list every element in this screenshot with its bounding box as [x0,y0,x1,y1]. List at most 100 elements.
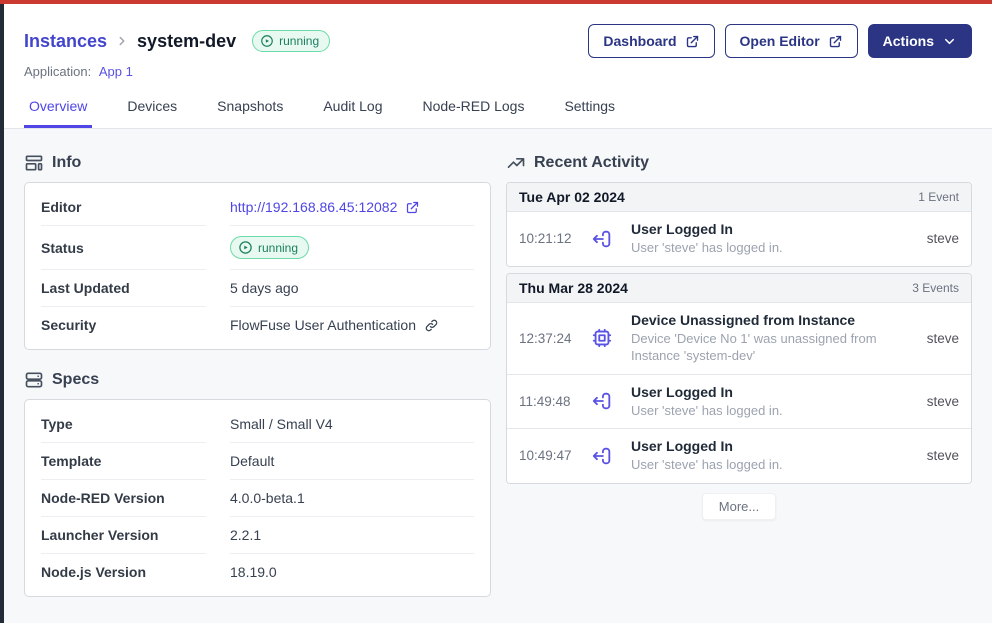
login-icon [591,445,621,467]
chevron-right-icon [115,34,129,48]
activity-group: Tue Apr 02 2024 1 Event 10:21:12 User Lo… [506,182,972,267]
event-title: User Logged In [631,221,909,237]
specs-row-template: Template Default [41,443,474,480]
activity-group-count: 3 Events [912,281,959,295]
specs-row-nodejs-version: Node.js Version 18.19.0 [41,554,474,590]
activity-event-row: 10:21:12 User Logged In User 'steve' has… [507,212,971,266]
event-time: 10:21:12 [519,231,581,246]
activity-section-title: Recent Activity [534,154,649,172]
activity-group-header: Tue Apr 02 2024 1 Event [507,183,971,212]
specs-label: Node.js Version [41,554,206,590]
info-card: Editor http://192.168.86.45:12082 Status… [24,182,491,350]
activity-event-row: 10:49:47 User Logged In User 'steve' has… [507,428,971,483]
status-badge-label: running [279,34,319,48]
activity-section-heading: Recent Activity [506,153,972,173]
chip-icon [591,327,621,349]
page-title: system-dev [137,31,236,52]
event-title: User Logged In [631,438,909,454]
last-updated-value: 5 days ago [230,280,299,296]
tab-node-red-logs[interactable]: Node-RED Logs [418,92,530,128]
more-button[interactable]: More... [702,493,776,520]
info-row-last-updated: Last Updated 5 days ago [41,270,474,307]
info-section-heading: Info [24,153,491,173]
info-label: Editor [41,189,206,226]
node-red-version-value: 4.0.0-beta.1 [230,490,305,506]
dashboard-button-label: Dashboard [603,33,676,49]
application-link[interactable]: App 1 [99,64,133,79]
editor-url-link[interactable]: http://192.168.86.45:12082 [230,199,397,215]
tab-snapshots[interactable]: Snapshots [212,92,288,128]
open-editor-button-label: Open Editor [740,33,820,49]
status-badge-label: running [258,241,298,255]
event-user: steve [919,448,959,463]
template-icon [24,153,44,173]
nodejs-version-value: 18.19.0 [230,564,277,580]
type-value: Small / Small V4 [230,416,333,432]
page-header: Instances system-dev running Dashboard [4,4,992,129]
specs-label: Node-RED Version [41,480,206,517]
template-value: Default [230,453,274,469]
launcher-version-value: 2.2.1 [230,527,261,543]
event-title: Device Unassigned from Instance [631,312,909,328]
activity-event-row: 12:37:24 Device Unassigned from Instance… [507,303,971,374]
info-row-security: Security FlowFuse User Authentication [41,307,474,343]
event-user: steve [919,331,959,346]
info-section-title: Info [52,154,81,172]
trending-up-icon [506,153,526,173]
info-row-editor: Editor http://192.168.86.45:12082 [41,189,474,226]
info-label: Status [41,226,206,270]
external-link-icon [685,34,700,49]
server-icon [24,370,44,390]
open-editor-button[interactable]: Open Editor [725,24,858,58]
application-label: Application: [24,64,91,79]
link-icon [424,318,439,333]
event-user: steve [919,231,959,246]
event-user: steve [919,394,959,409]
event-description: Device 'Device No 1' was unassigned from… [631,330,909,365]
external-link-icon [405,200,420,215]
play-circle-icon [238,240,253,255]
breadcrumb-instances-link[interactable]: Instances [24,31,107,52]
specs-row-type: Type Small / Small V4 [41,406,474,443]
specs-card: Type Small / Small V4 Template Default N… [24,399,491,597]
specs-label: Launcher Version [41,517,206,554]
status-badge: running [252,30,330,52]
event-description: User 'steve' has logged in. [631,456,909,474]
specs-section-title: Specs [52,371,99,389]
application-line: Application: App 1 [24,64,972,79]
specs-row-launcher-version: Launcher Version 2.2.1 [41,517,474,554]
tab-devices[interactable]: Devices [122,92,182,128]
event-title: User Logged In [631,384,909,400]
external-link-icon [828,34,843,49]
specs-label: Type [41,406,206,443]
dashboard-button[interactable]: Dashboard [588,24,714,58]
activity-group-count: 1 Event [918,190,959,204]
chevron-down-icon [942,34,957,49]
info-row-status: Status running [41,226,474,270]
tab-settings[interactable]: Settings [559,92,620,128]
play-circle-icon [260,34,274,48]
activity-event-row: 11:49:48 User Logged In User 'steve' has… [507,374,971,429]
login-icon [591,228,621,250]
specs-label: Template [41,443,206,480]
specs-row-node-red-version: Node-RED Version 4.0.0-beta.1 [41,480,474,517]
login-icon [591,390,621,412]
event-description: User 'steve' has logged in. [631,239,909,257]
event-time: 12:37:24 [519,331,581,346]
event-time: 10:49:47 [519,448,581,463]
security-value: FlowFuse User Authentication [230,317,416,333]
specs-section-heading: Specs [24,370,491,390]
event-time: 11:49:48 [519,394,581,409]
activity-group: Thu Mar 28 2024 3 Events 12:37:24 Device… [506,273,972,484]
tab-overview[interactable]: Overview [24,92,92,128]
actions-button-label: Actions [883,33,934,49]
status-badge: running [230,236,309,259]
activity-group-header: Thu Mar 28 2024 3 Events [507,274,971,303]
actions-button[interactable]: Actions [868,24,972,58]
tab-audit-log[interactable]: Audit Log [318,92,387,128]
activity-group-date: Tue Apr 02 2024 [519,189,625,205]
info-label: Security [41,307,206,343]
event-description: User 'steve' has logged in. [631,402,909,420]
tab-bar: Overview Devices Snapshots Audit Log Nod… [24,92,972,128]
activity-group-date: Thu Mar 28 2024 [519,280,628,296]
